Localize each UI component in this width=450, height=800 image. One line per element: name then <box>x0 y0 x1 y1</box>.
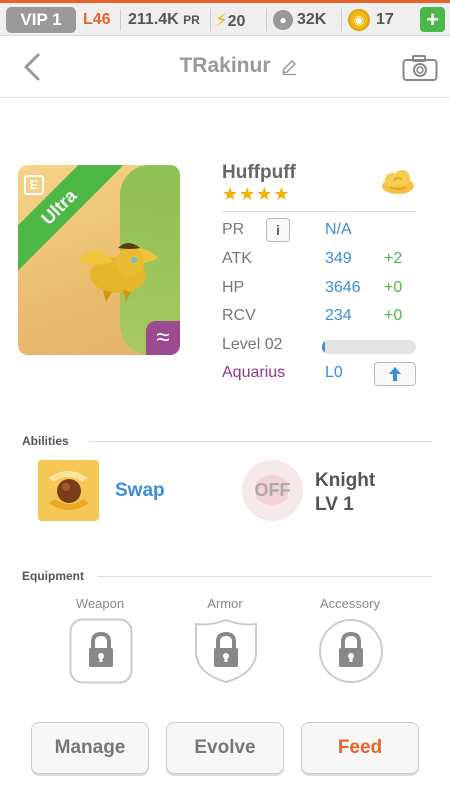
coin-icon: ◉ <box>348 8 370 31</box>
page-header: TRakinur <box>0 36 450 98</box>
info-divider <box>222 211 416 212</box>
add-currency-button[interactable]: + <box>420 7 445 32</box>
swap-skill-icon[interactable] <box>38 460 99 521</box>
power-rating-value: 211.4K <box>128 11 179 28</box>
ability-status: OFF <box>254 480 291 500</box>
water-element-icon: ≈ <box>146 321 180 355</box>
cloud-icon[interactable] <box>380 168 416 196</box>
stat-row-atk: ATK 349 +2 <box>222 250 422 274</box>
equipment-heading: Equipment <box>22 569 84 583</box>
stat-value: 234 <box>325 307 352 324</box>
divider <box>120 9 121 31</box>
weapon-label: Weapon <box>75 596 125 611</box>
coin-counter[interactable]: ◉ 17 <box>348 7 394 33</box>
zodiac-upgrade-button[interactable] <box>374 362 416 386</box>
power-rating-suffix: PR <box>183 13 200 27</box>
level-label: Level 02 <box>222 336 283 353</box>
stat-label: RCV <box>222 307 256 324</box>
stat-bonus: +0 <box>384 307 403 324</box>
lightning-icon: ⚡ <box>215 10 228 30</box>
ability-name: Knight <box>315 470 376 491</box>
evolve-button[interactable]: Evolve <box>166 722 284 774</box>
info-button[interactable]: i <box>266 218 290 242</box>
pet-portrait[interactable]: Ultra E ≈ <box>18 165 180 355</box>
stat-row-rcv: RCV 234 +0 <box>222 307 422 331</box>
feed-button[interactable]: Feed <box>301 722 419 774</box>
top-status-bar: VIP 1 L46 211.4K PR ⚡20 ● 32K ◉ 17 + <box>0 0 450 36</box>
zodiac-label: Aquarius <box>222 364 286 381</box>
page-title: TRakinur <box>179 54 271 77</box>
arrow-up-icon <box>389 366 401 381</box>
pencil-icon[interactable] <box>280 58 298 76</box>
huffpuff-creature-image <box>78 243 158 302</box>
accessory-slot[interactable] <box>319 618 383 684</box>
stat-row-hp: HP 3646 +0 <box>222 279 422 303</box>
food-value: 32K <box>297 11 327 28</box>
stat-bonus: +2 <box>384 250 403 267</box>
vip-badge[interactable]: VIP 1 <box>6 7 76 33</box>
armor-slot[interactable] <box>194 618 258 684</box>
swap-icon <box>38 460 99 521</box>
top-accent-line <box>0 0 450 3</box>
divider <box>341 9 342 31</box>
food-counter[interactable]: ● 32K <box>273 7 326 33</box>
accessory-label: Accessory <box>320 596 380 611</box>
energy-counter[interactable]: ⚡20 <box>215 7 245 33</box>
zodiac-level: L0 <box>325 364 343 381</box>
power-rating: 211.4K PR <box>128 7 200 33</box>
camera-icon[interactable] <box>402 54 438 82</box>
evolution-badge-icon: E <box>24 175 44 195</box>
stat-label: PR <box>222 221 245 238</box>
stat-value: 349 <box>325 250 352 267</box>
stat-value: 3646 <box>325 279 361 296</box>
level-progress-fill <box>322 340 325 354</box>
pet-name: Huffpuff <box>222 162 296 183</box>
level-progress-bar <box>322 340 416 354</box>
section-divider <box>98 576 432 577</box>
level-row: Level 02 <box>222 336 422 360</box>
manage-button[interactable]: Manage <box>31 722 149 774</box>
ability-level: LV 1 <box>315 494 354 515</box>
coin-value: 17 <box>376 11 394 28</box>
stat-label: HP <box>222 279 245 296</box>
armor-label: Armor <box>207 596 243 611</box>
stat-value: N/A <box>325 221 352 238</box>
paw-icon: ● <box>273 9 293 30</box>
skill-name[interactable]: Swap <box>115 480 165 502</box>
weapon-slot[interactable] <box>69 618 133 684</box>
divider <box>210 9 211 31</box>
star-rating: ★★★★ <box>222 184 291 204</box>
stat-bonus: +0 <box>384 279 403 296</box>
divider <box>266 9 267 31</box>
player-level: L46 <box>83 11 111 28</box>
zodiac-row: Aquarius L0 <box>222 362 422 388</box>
stat-label: ATK <box>222 250 252 267</box>
abilities-heading: Abilities <box>22 434 69 448</box>
energy-value: 20 <box>227 13 246 30</box>
stat-row-pr: PR i N/A <box>222 218 422 245</box>
section-divider <box>90 441 432 442</box>
